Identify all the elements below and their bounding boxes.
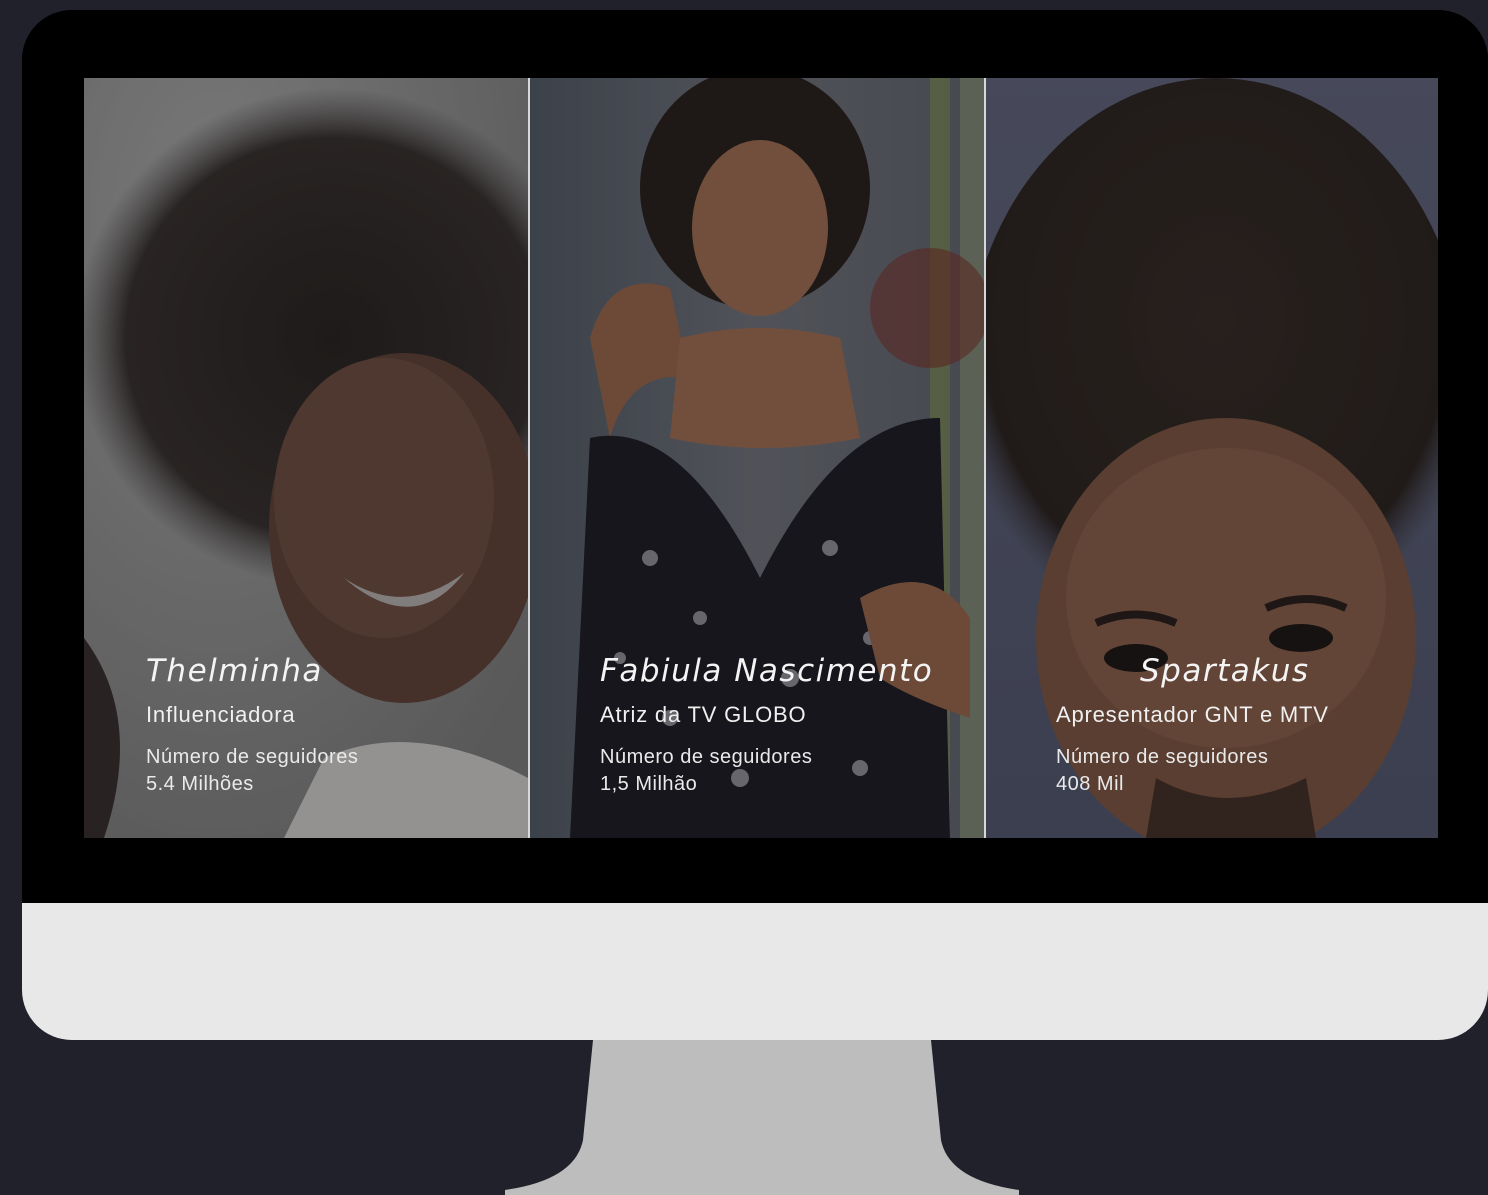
profile-caption: Thelminha Influenciadora Número de segui… xyxy=(84,654,528,796)
profile-name: Fabiula Nascimento xyxy=(600,652,934,689)
profile-name: Thelminha xyxy=(146,652,323,689)
profile-role: Apresentador GNT e MTV xyxy=(1056,702,1329,727)
desktop-monitor: Thelminha Influenciadora Número de segui… xyxy=(22,10,1488,1040)
followers-count: 1,5 Milhão xyxy=(600,773,698,795)
followers-label: Número de seguidores xyxy=(1056,746,1269,768)
profile-card-fabiula-nascimento[interactable]: Fabiula Nascimento Atriz da TV GLOBO Núm… xyxy=(528,78,986,838)
profile-caption: Spartakus Apresentador GNT e MTV Número … xyxy=(986,654,1438,796)
followers-count: 408 Mil xyxy=(1056,773,1124,795)
profile-role: Atriz da TV GLOBO xyxy=(600,702,807,727)
profile-card-thelminha[interactable]: Thelminha Influenciadora Número de segui… xyxy=(84,78,528,838)
followers-label: Número de seguidores xyxy=(146,746,359,768)
page-background: Thelminha Influenciadora Número de segui… xyxy=(0,0,1488,1195)
followers-count: 5.4 Milhões xyxy=(146,773,254,795)
profile-caption: Fabiula Nascimento Atriz da TV GLOBO Núm… xyxy=(530,654,984,796)
profile-name: Spartakus xyxy=(1140,652,1310,689)
monitor-stand xyxy=(505,1040,1019,1195)
profile-role: Influenciadora xyxy=(146,702,296,727)
followers-label: Número de seguidores xyxy=(600,746,813,768)
profile-card-spartakus[interactable]: Spartakus Apresentador GNT e MTV Número … xyxy=(986,78,1438,838)
monitor-chin xyxy=(22,903,1488,1040)
monitor-screen: Thelminha Influenciadora Número de segui… xyxy=(84,78,1438,838)
